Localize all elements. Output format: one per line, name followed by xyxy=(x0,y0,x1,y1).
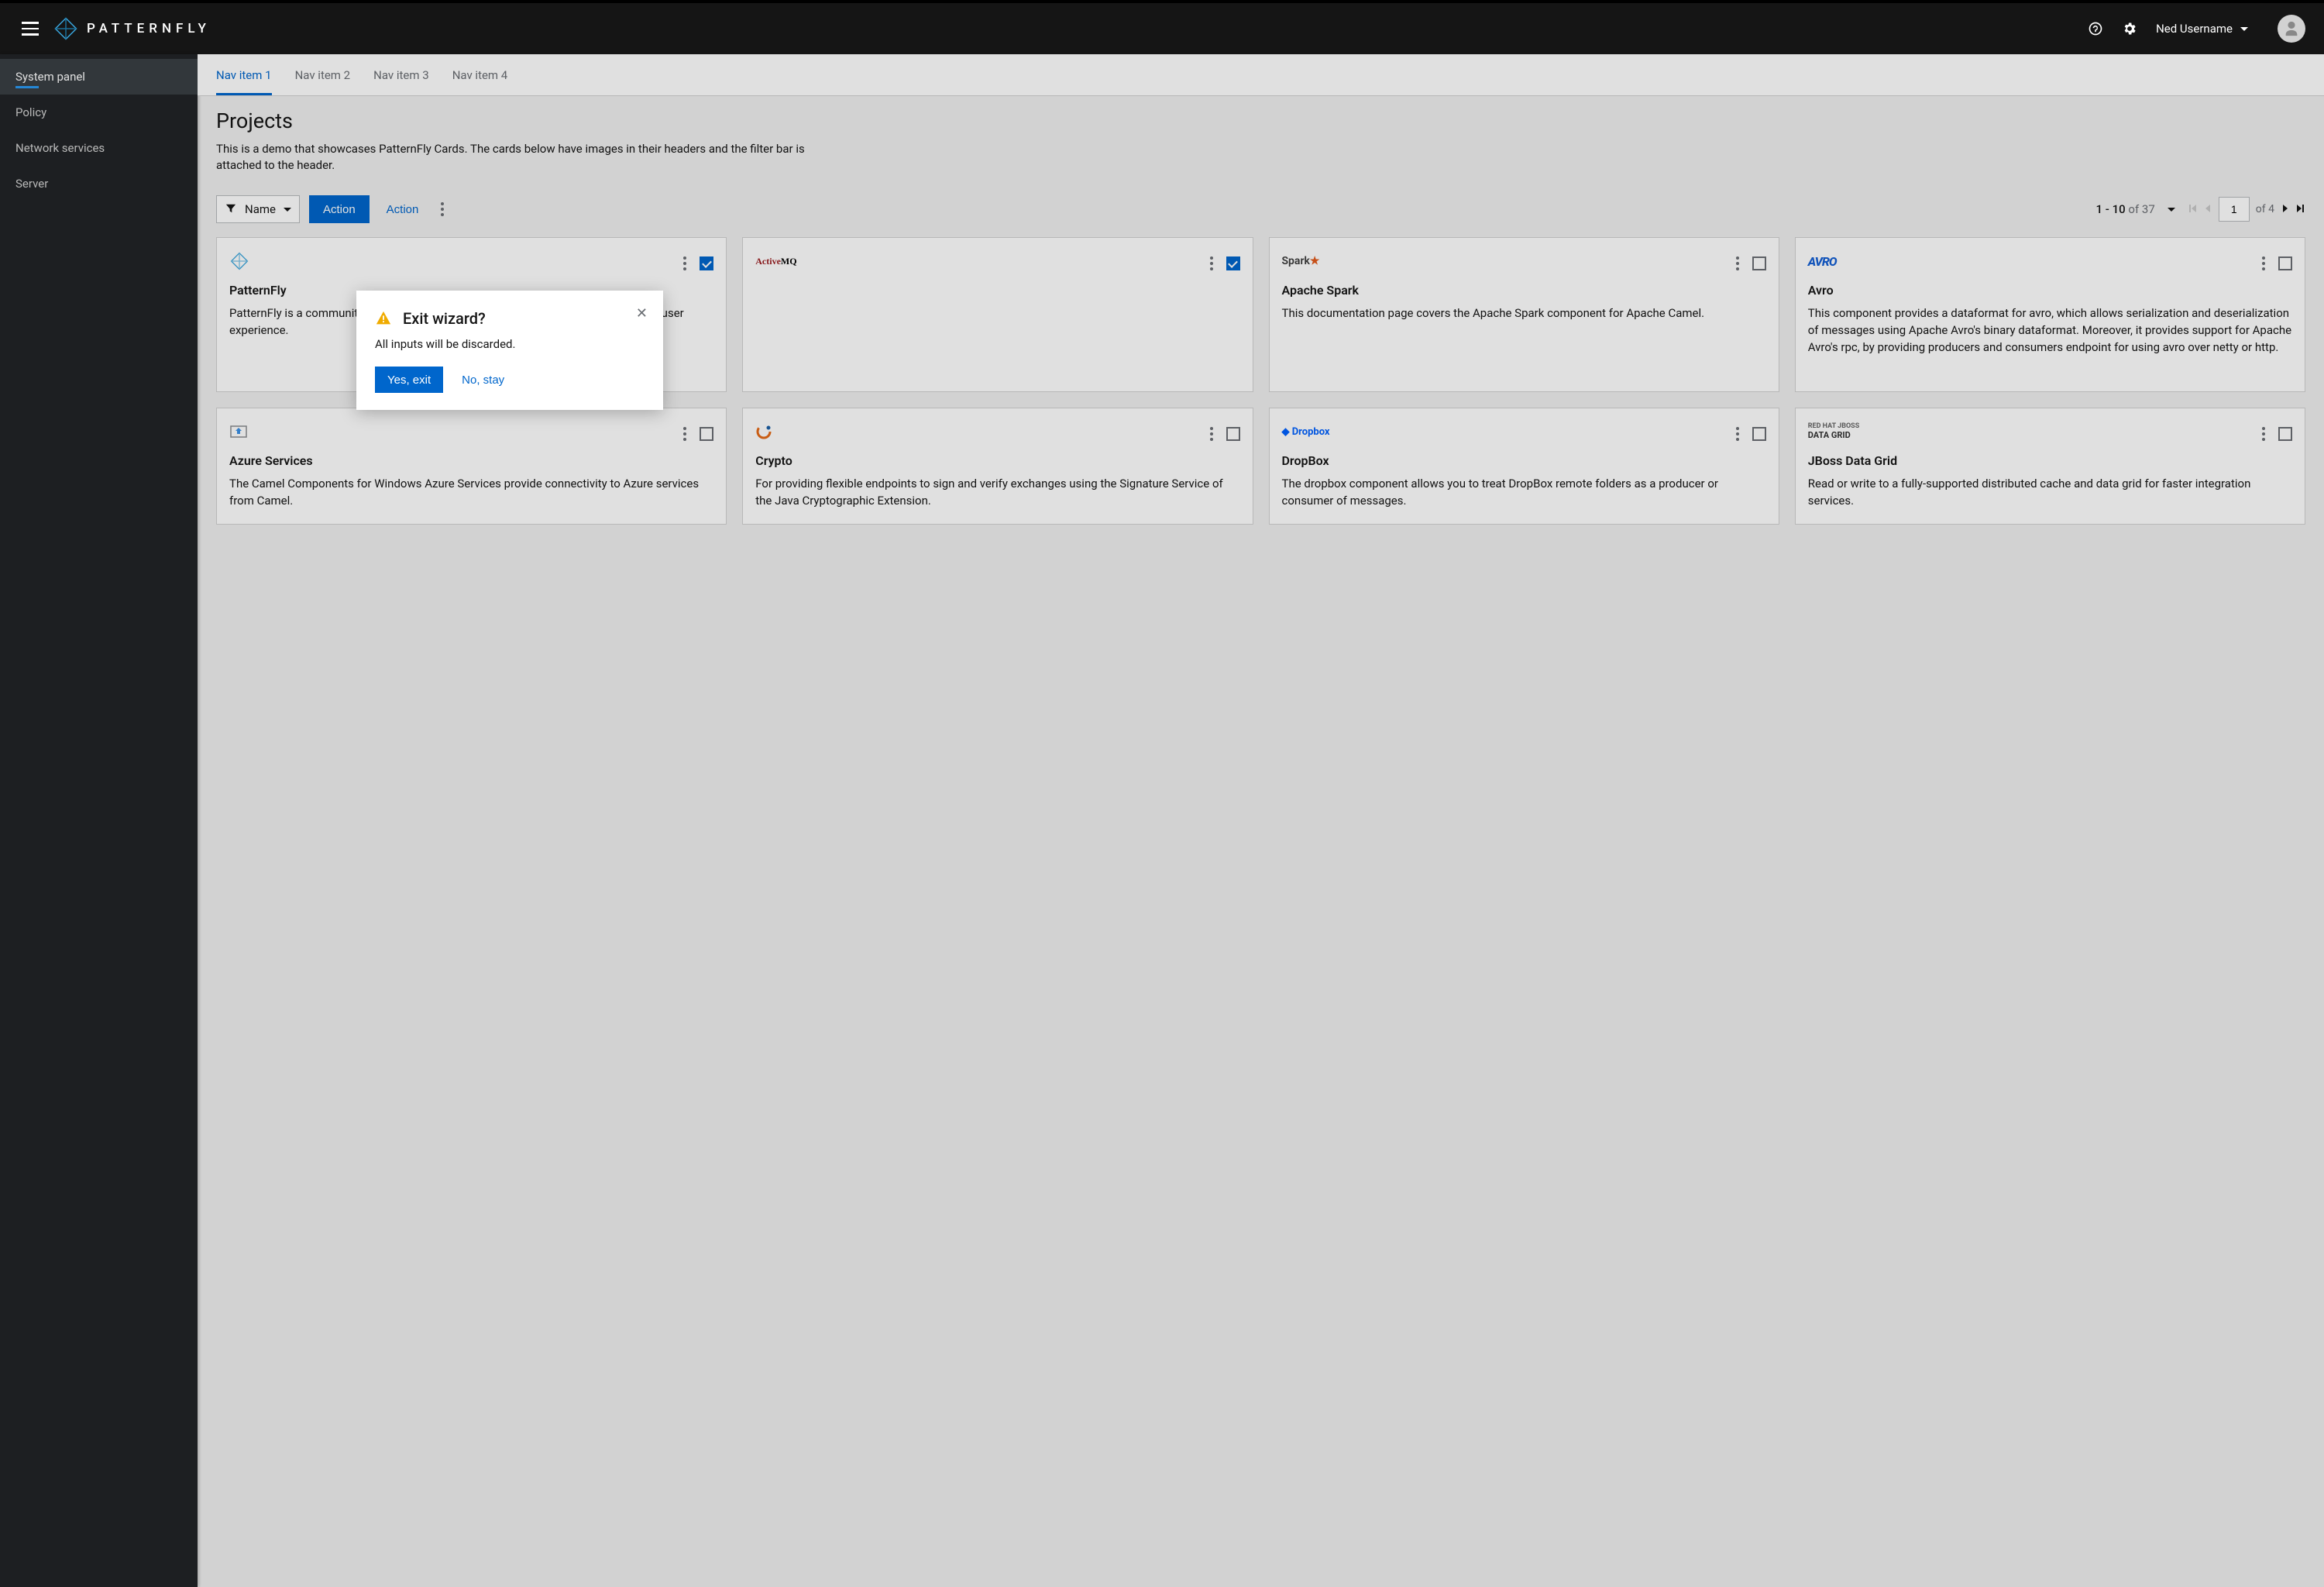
action-link-button[interactable]: Action xyxy=(379,203,427,216)
card-body: The Camel Components for Windows Azure S… xyxy=(229,476,713,510)
filter-label: Name xyxy=(245,202,276,216)
patternfly-logo-icon xyxy=(229,250,249,272)
card-title: Avro xyxy=(1808,283,2292,298)
card-body: The dropbox component allows you to trea… xyxy=(1282,476,1766,510)
sidebar: System panel Policy Network services Ser… xyxy=(0,54,198,1587)
card-apache-spark[interactable]: Spark★ Apache Spark This documentation p… xyxy=(1269,237,1779,392)
card-checkbox[interactable] xyxy=(2278,256,2292,270)
card-activemq[interactable]: ActiveMQ xyxy=(742,237,1253,392)
card-checkbox[interactable] xyxy=(1752,256,1766,270)
card-dropbox[interactable]: ◆ Dropbox DropBox The dropbox component … xyxy=(1269,408,1779,525)
card-kebab[interactable] xyxy=(1731,250,1745,277)
sidebar-item-server[interactable]: Server xyxy=(0,166,198,201)
card-title: Crypto xyxy=(755,453,1239,468)
tab-nav-item-4[interactable]: Nav item 4 xyxy=(452,54,508,95)
card-body: Read or write to a fully-supported distr… xyxy=(1808,476,2292,510)
action-primary-button[interactable]: Action xyxy=(309,195,370,223)
items-per-page-toggle[interactable] xyxy=(2168,208,2175,212)
filter-icon xyxy=(225,202,237,217)
masthead: PATTERNFLY Ned Username xyxy=(0,0,2324,54)
chevron-down-icon xyxy=(284,208,291,212)
toolbar-kebab[interactable] xyxy=(435,196,449,222)
sidebar-item-system-panel[interactable]: System panel xyxy=(0,59,198,95)
logo-icon xyxy=(54,17,77,40)
card-title: JBoss Data Grid xyxy=(1808,453,2292,468)
spark-logo-icon: Spark★ xyxy=(1282,250,1320,272)
toolbar: Name Action Action 1 - 10 of 37 xyxy=(198,189,2324,229)
card-title: Apache Spark xyxy=(1282,283,1766,298)
card-crypto[interactable]: Crypto For providing flexible endpoints … xyxy=(742,408,1253,525)
card-checkbox[interactable] xyxy=(1226,256,1240,270)
user-name: Ned Username xyxy=(2156,22,2233,36)
modal-cancel-button[interactable]: No, stay xyxy=(454,367,512,393)
dropbox-logo-icon: ◆ Dropbox xyxy=(1282,421,1330,442)
card-kebab[interactable] xyxy=(678,250,692,277)
exit-wizard-modal: Exit wizard? ✕ All inputs will be discar… xyxy=(356,291,663,410)
card-checkbox[interactable] xyxy=(2278,427,2292,441)
modal-close-button[interactable]: ✕ xyxy=(636,306,648,320)
card-checkbox[interactable] xyxy=(1226,427,1240,441)
card-kebab[interactable] xyxy=(1205,250,1219,277)
help-icon[interactable] xyxy=(2088,21,2103,36)
page-header: Projects This is a demo that showcases P… xyxy=(198,96,2324,189)
page-number-input[interactable] xyxy=(2219,197,2250,222)
tab-nav-item-2[interactable]: Nav item 2 xyxy=(295,54,351,95)
pager-prev-button[interactable] xyxy=(2203,202,2212,216)
pager-last-button[interactable] xyxy=(2296,202,2305,216)
card-checkbox[interactable] xyxy=(700,256,713,270)
card-kebab[interactable] xyxy=(678,421,692,447)
avro-logo-icon: AVRO xyxy=(1808,250,1837,272)
chevron-down-icon xyxy=(2240,27,2248,31)
user-menu[interactable]: Ned Username xyxy=(2156,22,2248,36)
card-kebab[interactable] xyxy=(2257,250,2271,277)
azure-logo-icon xyxy=(229,421,249,442)
page-title: Projects xyxy=(216,108,2305,133)
card-title: Azure Services xyxy=(229,453,713,468)
secondary-nav: Nav item 1 Nav item 2 Nav item 3 Nav ite… xyxy=(198,54,2324,96)
warning-icon xyxy=(375,310,392,327)
card-body: For providing flexible endpoints to sign… xyxy=(755,476,1239,510)
card-jboss-data-grid[interactable]: RED HAT JBOSSDATA GRID JBoss Data Grid R… xyxy=(1795,408,2305,525)
filter-dropdown[interactable]: Name xyxy=(216,195,300,223)
tab-nav-item-3[interactable]: Nav item 3 xyxy=(373,54,429,95)
card-kebab[interactable] xyxy=(2257,421,2271,447)
crypto-logo-icon xyxy=(755,421,775,442)
sidebar-item-policy[interactable]: Policy xyxy=(0,95,198,130)
avatar[interactable] xyxy=(2278,15,2305,43)
card-avro[interactable]: AVRO Avro This component provides a data… xyxy=(1795,237,2305,392)
brand-name: PATTERNFLY xyxy=(87,21,211,36)
card-body: This component provides a dataformat for… xyxy=(1808,305,2292,356)
pagination: 1 - 10 of 37 of 4 xyxy=(2096,197,2305,222)
card-kebab[interactable] xyxy=(1205,421,1219,447)
modal-title: Exit wizard? xyxy=(403,309,486,328)
card-body: This documentation page covers the Apach… xyxy=(1282,305,1766,322)
masthead-tools: Ned Username xyxy=(2088,15,2305,43)
card-checkbox[interactable] xyxy=(700,427,713,441)
sidebar-item-network-services[interactable]: Network services xyxy=(0,130,198,166)
card-checkbox[interactable] xyxy=(1752,427,1766,441)
pager-next-button[interactable] xyxy=(2281,202,2290,216)
jboss-logo-icon: RED HAT JBOSSDATA GRID xyxy=(1808,421,1860,442)
hamburger-menu-button[interactable] xyxy=(15,15,45,42)
modal-confirm-button[interactable]: Yes, exit xyxy=(375,367,443,393)
pagination-range: 1 - 10 xyxy=(2096,202,2126,216)
modal-body: All inputs will be discarded. xyxy=(375,337,645,351)
activemq-logo-icon: ActiveMQ xyxy=(755,250,796,272)
card-kebab[interactable] xyxy=(1731,421,1745,447)
pager-first-button[interactable] xyxy=(2188,202,2197,216)
card-azure-services[interactable]: Azure Services The Camel Components for … xyxy=(216,408,727,525)
gear-icon[interactable] xyxy=(2122,21,2137,36)
card-title: DropBox xyxy=(1282,453,1766,468)
page-description: This is a demo that showcases PatternFly… xyxy=(216,141,805,174)
tab-nav-item-1[interactable]: Nav item 1 xyxy=(216,54,272,95)
brand: PATTERNFLY xyxy=(54,17,211,40)
